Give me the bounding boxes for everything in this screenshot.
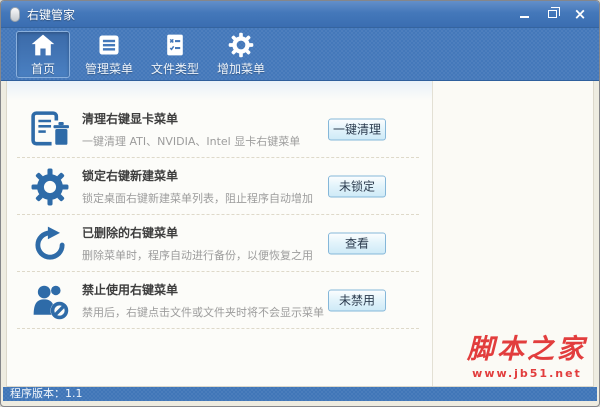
restore-icon — [547, 7, 560, 18]
clean-gpu-menu-icon — [31, 110, 69, 147]
home-icon — [31, 34, 55, 56]
feature-description: 一键清理 ATI、NVIDIA、Intel 显卡右键菜单 — [82, 135, 301, 148]
minimize-icon — [519, 16, 529, 18]
feature-title: 已删除的右键菜单 — [82, 226, 179, 240]
lock-status-button[interactable]: 未锁定 — [328, 175, 386, 198]
clean-gpu-button[interactable]: 一键清理 — [328, 118, 386, 141]
side-panel: 脚本之家 www.jb51.net — [433, 81, 593, 386]
tab-label: 文件类型 — [150, 62, 199, 76]
feature-row-disable-menu: 禁止使用右键菜单 禁用后，右键点击文件或文件夹时将不会显示菜单 未禁用 — [7, 272, 432, 329]
tab-label: 增加菜单 — [216, 62, 265, 76]
feature-title: 清理右键显卡菜单 — [82, 112, 179, 126]
titlebar: 右键管家 × — [1, 1, 599, 28]
feature-description: 禁用后，右键点击文件或文件夹时将不会显示菜单 — [82, 306, 324, 319]
app-logo-icon — [10, 6, 20, 22]
feature-text: 已删除的右键菜单 删除菜单时，程序自动进行备份，以便恢复之用 — [82, 224, 313, 263]
tab-file-types[interactable]: 文件类型 — [148, 31, 202, 78]
feature-description: 锁定桌面右键新建菜单列表，阻止程序自动增加 — [82, 192, 313, 205]
feature-title: 锁定右键新建菜单 — [82, 169, 179, 183]
close-button[interactable]: × — [570, 6, 590, 22]
feature-row-clean-gpu: 清理右键显卡菜单 一键清理 ATI、NVIDIA、Intel 显卡右键菜单 一键… — [7, 101, 432, 158]
disable-context-menu-icon — [33, 285, 69, 320]
tab-manage-menu[interactable]: 管理菜单 — [82, 31, 136, 78]
tab-add-menu[interactable]: 增加菜单 — [214, 31, 268, 78]
feature-row-lock-new-menu: 锁定右键新建菜单 锁定桌面右键新建菜单列表，阻止程序自动增加 未锁定 — [7, 158, 432, 215]
feature-text: 清理右键显卡菜单 一键清理 ATI、NVIDIA、Intel 显卡右键菜单 — [82, 110, 300, 149]
maximize-button[interactable] — [542, 6, 562, 22]
watermark-site-name: 脚本之家 — [467, 334, 587, 365]
program-version-label: 程序版本：1.1 — [10, 387, 83, 400]
site-watermark: 脚本之家 www.jb51.net — [467, 327, 587, 380]
deleted-menu-backup-icon — [35, 226, 65, 260]
file-type-icon — [167, 34, 183, 56]
menu-list-icon — [99, 35, 119, 55]
app-window: 右键管家 × 首页 管理菜单 文件类型 增加菜单 清理右键显卡菜单 一键清理 A… — [0, 0, 600, 407]
minimize-button[interactable] — [514, 6, 534, 22]
feature-title: 禁止使用右键菜单 — [82, 283, 179, 297]
tab-home[interactable]: 首页 — [16, 31, 70, 78]
window-controls: × — [514, 6, 590, 22]
feature-description: 删除菜单时，程序自动进行备份，以便恢复之用 — [82, 249, 313, 262]
status-bar: 程序版本：1.1 — [3, 387, 597, 401]
tab-label: 管理菜单 — [84, 62, 133, 76]
feature-list: 清理右键显卡菜单 一键清理 ATI、NVIDIA、Intel 显卡右键菜单 一键… — [7, 81, 433, 386]
view-backups-button[interactable]: 查看 — [328, 232, 386, 255]
window-title: 右键管家 — [27, 7, 76, 22]
window-frame-bottom — [1, 401, 599, 406]
tab-label: 首页 — [30, 62, 55, 76]
feature-text: 禁止使用右键菜单 禁用后，右键点击文件或文件夹时将不会显示菜单 — [82, 281, 324, 320]
feature-row-deleted-menus: 已删除的右键菜单 删除菜单时，程序自动进行备份，以便恢复之用 查看 — [7, 215, 432, 272]
main-toolbar: 首页 管理菜单 文件类型 增加菜单 — [1, 28, 599, 81]
lock-new-menu-icon — [31, 168, 69, 205]
feature-text: 锁定右键新建菜单 锁定桌面右键新建菜单列表，阻止程序自动增加 — [82, 167, 313, 206]
watermark-site-url: www.jb51.net — [472, 367, 582, 380]
disable-status-button[interactable]: 未禁用 — [328, 289, 386, 312]
main-area: 清理右键显卡菜单 一键清理 ATI、NVIDIA、Intel 显卡右键菜单 一键… — [6, 81, 594, 387]
add-menu-gear-icon — [228, 32, 254, 58]
